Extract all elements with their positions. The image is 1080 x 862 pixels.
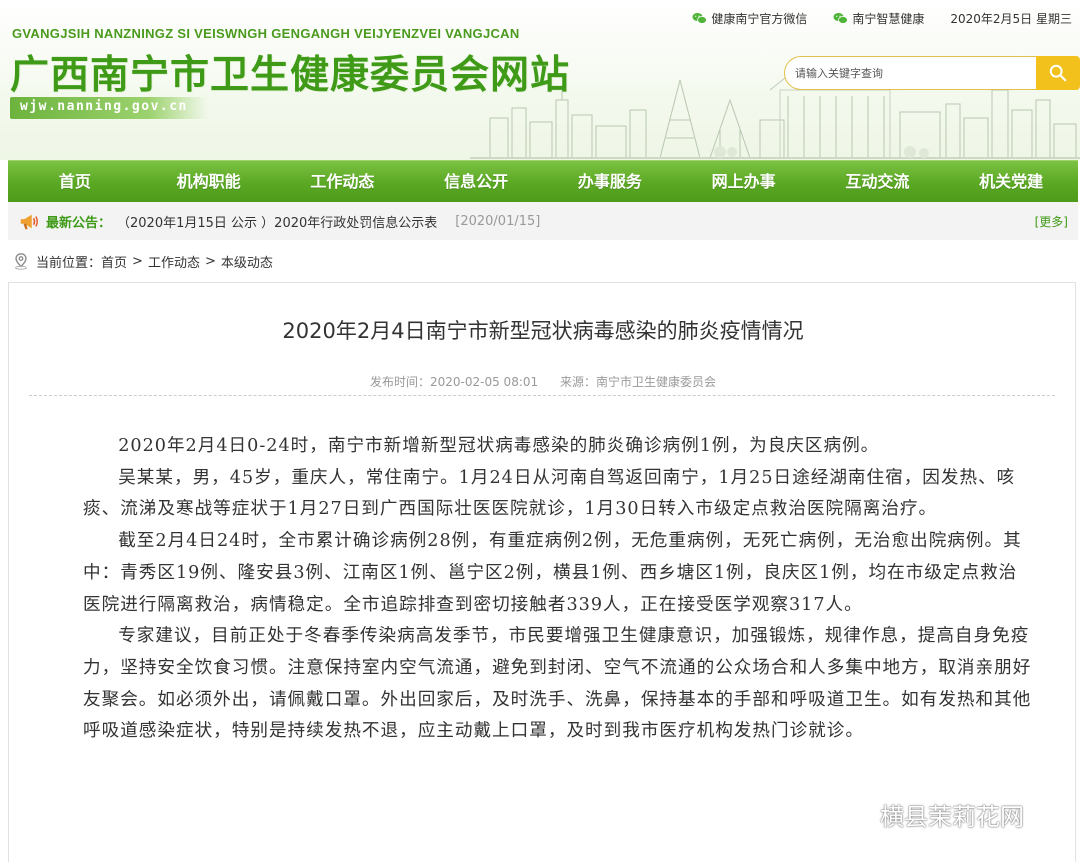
nav-online-services[interactable]: 网上办事 — [677, 161, 811, 202]
current-date: 2020年2月5日 星期三 — [950, 11, 1072, 26]
site-pinyin-name: GVANGJSIH NANZNINGZ SI VEISWNGH GENGANGH… — [12, 26, 520, 41]
top-links: 健康南宁官方微信 南宁智慧健康 2020年2月5日 星期三 — [692, 8, 1080, 28]
watermark: 横县茉莉花网 — [844, 797, 1024, 832]
wechat-link-label: 南宁智慧健康 — [852, 11, 925, 26]
nav-interaction[interactable]: 互动交流 — [811, 161, 945, 202]
publish-time: 发布时间：2020-02-05 08:01 — [370, 375, 539, 389]
site-domain: wjw.nanning.gov.cn — [20, 99, 188, 114]
notice-label: 最新公告： — [46, 215, 112, 231]
article-paragraph: 2020年2月4日0-24时，南宁市新增新型冠状病毒感染的肺炎确诊病例1例，为良… — [118, 436, 880, 456]
wechat-icon — [833, 12, 849, 24]
wechat-icon — [692, 12, 708, 24]
search-input[interactable] — [784, 56, 1038, 90]
article-paragraph: 吴某某，男，45岁，重庆人，常住南宁。1月24日从河南自驾返回南宁，1月25日途… — [83, 467, 1016, 520]
notice-link[interactable]: （2020年1月15日 公示 ）2020年行政处罚信息公示表 — [117, 212, 437, 231]
nav-functions[interactable]: 机构职能 — [142, 161, 276, 202]
article-source: 来源：南宁市卫生健康委员会 — [559, 375, 716, 389]
megaphone-icon — [20, 214, 38, 230]
article-meta: 发布时间：2020-02-05 08:01 来源：南宁市卫生健康委员会 — [9, 373, 1077, 390]
wechat-link-smart-health[interactable]: 南宁智慧健康 — [833, 10, 924, 27]
wechat-link-health-nanning[interactable]: 健康南宁官方微信 — [692, 10, 807, 27]
search-icon — [1049, 64, 1067, 82]
breadcrumb-separator: > — [204, 253, 216, 269]
nav-services[interactable]: 办事服务 — [543, 161, 677, 202]
notice-more-link[interactable]: [更多] — [1035, 213, 1068, 230]
search-button[interactable] — [1036, 56, 1080, 90]
notice-bar: 最新公告： （2020年1月15日 公示 ）2020年行政处罚信息公示表 [20… — [8, 202, 1078, 240]
nav-party-building[interactable]: 机关党建 — [944, 161, 1078, 202]
notice-date: [2020/01/15] — [455, 213, 541, 229]
breadcrumb-label: 当前位置： — [36, 255, 102, 271]
watermark-text: 横县茉莉花网 — [880, 803, 1024, 831]
site-title: 广西南宁市卫生健康委员会网站 — [10, 53, 571, 98]
location-pin-icon — [15, 253, 27, 270]
wechat-icon — [844, 803, 872, 825]
breadcrumb-separator: > — [132, 253, 143, 269]
article-paragraph: 专家建议，目前正处于冬春季传染病高发季节，市民要增强卫生健康意识，加强锻炼，规律… — [83, 626, 1032, 742]
article-body: 2020年2月4日0-24时，南宁市新增新型冠状病毒感染的肺炎确诊病例1例，为良… — [83, 431, 1033, 748]
breadcrumb: 当前位置： 首页 > 工作动态 > 本级动态 — [12, 250, 273, 272]
meta-divider — [29, 395, 1055, 396]
main-nav: 首页 机构职能 工作动态 信息公开 办事服务 网上办事 互动交流 机关党建 — [8, 160, 1078, 202]
nav-work-updates[interactable]: 工作动态 — [276, 161, 410, 202]
search-bar — [784, 56, 1080, 90]
wechat-link-label: 健康南宁官方微信 — [711, 11, 808, 26]
nav-info-disclosure[interactable]: 信息公开 — [409, 161, 543, 202]
article-panel: 2020年2月4日南宁市新型冠状病毒感染的肺炎疫情情况 发布时间：2020-02… — [8, 282, 1076, 862]
breadcrumb-home[interactable]: 首页 — [101, 252, 127, 271]
article-paragraph: 截至2月4日24时，全市累计确诊病例28例，有重症病例2例，无危重病例，无死亡病… — [83, 531, 1022, 615]
breadcrumb-work-updates[interactable]: 工作动态 — [148, 252, 200, 271]
site-header: GVANGJSIH NANZNINGZ SI VEISWNGH GENGANGH… — [0, 0, 1080, 160]
article-title: 2020年2月4日南宁市新型冠状病毒感染的肺炎疫情情况 — [282, 319, 804, 343]
nav-home[interactable]: 首页 — [8, 161, 142, 202]
breadcrumb-local-updates[interactable]: 本级动态 — [221, 252, 273, 271]
